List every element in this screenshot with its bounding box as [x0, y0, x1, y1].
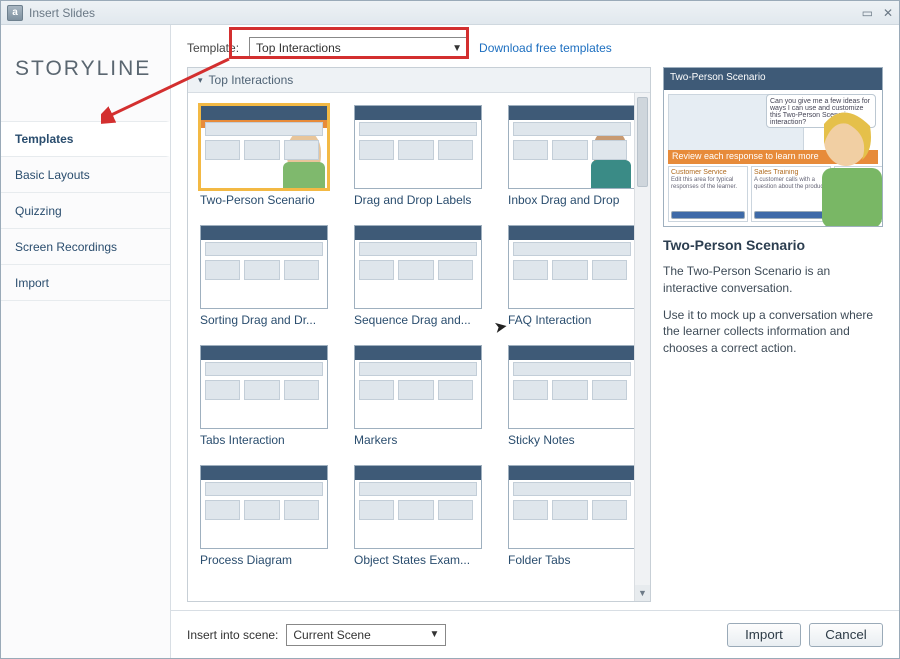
insert-scene-value: Current Scene	[293, 628, 370, 642]
preview-description-2: Use it to mock up a conversation where t…	[663, 307, 883, 357]
template-dropdown-value: Top Interactions	[256, 41, 341, 55]
template-label: Markers	[354, 433, 482, 447]
template-thumbnail[interactable]	[354, 105, 482, 189]
sidebar-item-label: Import	[15, 276, 49, 290]
template-item[interactable]: Drag and Drop Labels	[354, 105, 484, 207]
insert-slides-dialog: a Insert Slides ▭ ✕ STORYLINE Templates …	[0, 0, 900, 659]
brand-label: STORYLINE	[1, 25, 170, 121]
chevron-down-icon: ▼	[429, 629, 439, 640]
template-item[interactable]: Sticky Notes	[508, 345, 638, 447]
app-icon: a	[7, 5, 23, 21]
chevron-down-icon: ▼	[452, 43, 462, 54]
collapse-icon: ▾	[198, 75, 203, 86]
preview-description-1: The Two-Person Scenario is an interactiv…	[663, 263, 883, 297]
preview-choice-1-button	[671, 211, 745, 219]
template-label: Object States Exam...	[354, 553, 482, 567]
vertical-scrollbar[interactable]: ▼	[634, 93, 650, 601]
template-thumbnail[interactable]	[200, 225, 328, 309]
group-header-label: Top Interactions	[209, 73, 294, 87]
template-item[interactable]: Process Diagram	[200, 465, 330, 567]
sidebar-item-label: Templates	[15, 132, 73, 146]
template-item[interactable]: Sorting Drag and Dr...	[200, 225, 330, 327]
template-dropdown[interactable]: Top Interactions ▼	[249, 37, 469, 59]
template-label: Folder Tabs	[508, 553, 636, 567]
preview-choice-1: Customer Service Edit this area for typi…	[668, 166, 748, 222]
template-thumbnail[interactable]	[508, 465, 636, 549]
preview-thumbnail: Two-Person Scenario Can you give me a fe…	[663, 67, 883, 227]
insert-scene-dropdown[interactable]: Current Scene ▼	[286, 624, 446, 646]
preview-header-bar: Two-Person Scenario	[664, 68, 882, 90]
template-thumbnail[interactable]	[200, 465, 328, 549]
template-thumbnail[interactable]	[200, 105, 328, 189]
template-gallery: ▾ Top Interactions Two-Person Scenario Dr…	[187, 67, 651, 602]
template-label: FAQ Interaction	[508, 313, 636, 327]
template-thumbnail[interactable]	[200, 345, 328, 429]
titlebar: a Insert Slides ▭ ✕	[1, 1, 899, 25]
sidebar-item-label: Quizzing	[15, 204, 62, 218]
template-thumbnail[interactable]	[508, 345, 636, 429]
sidebar: STORYLINE Templates Basic Layouts Quizzi…	[1, 25, 171, 658]
close-icon[interactable]: ✕	[883, 6, 893, 20]
sidebar-item-label: Basic Layouts	[15, 168, 90, 182]
main-panel: Template: Top Interactions ▼ Download fr…	[171, 25, 899, 658]
template-item[interactable]: Tabs Interaction	[200, 345, 330, 447]
preview-choice-1-title: Customer Service	[671, 169, 745, 176]
template-thumbnail[interactable]	[508, 105, 636, 189]
template-item[interactable]: Folder Tabs	[508, 465, 638, 567]
template-thumbnail[interactable]	[508, 225, 636, 309]
template-item[interactable]: Two-Person Scenario	[200, 105, 330, 207]
scrollbar-thumb[interactable]	[637, 97, 648, 187]
preview-choice-1-text: Edit this area for typical responses of …	[671, 177, 745, 190]
import-button[interactable]: Import	[727, 623, 801, 647]
window-title: Insert Slides	[29, 6, 862, 20]
template-label: Process Diagram	[200, 553, 328, 567]
scroll-down-icon[interactable]: ▼	[635, 585, 650, 601]
preview-title: Two-Person Scenario	[663, 237, 883, 253]
toolbar: Template: Top Interactions ▼ Download fr…	[187, 37, 883, 59]
sidebar-item-screen-recordings[interactable]: Screen Recordings	[1, 229, 170, 265]
template-item[interactable]: Object States Exam...	[354, 465, 484, 567]
cancel-button[interactable]: Cancel	[809, 623, 883, 647]
template-label: Inbox Drag and Drop	[508, 193, 636, 207]
template-item[interactable]: Sequence Drag and...	[354, 225, 484, 327]
template-label: Tabs Interaction	[200, 433, 328, 447]
sidebar-item-quizzing[interactable]: Quizzing	[1, 193, 170, 229]
template-item[interactable]: Inbox Drag and Drop	[508, 105, 638, 207]
template-label: Sorting Drag and Dr...	[200, 313, 328, 327]
download-templates-link[interactable]: Download free templates	[479, 41, 612, 55]
template-label: Drag and Drop Labels	[354, 193, 482, 207]
sidebar-item-label: Screen Recordings	[15, 240, 117, 254]
template-thumbnail[interactable]	[354, 345, 482, 429]
sidebar-item-basic-layouts[interactable]: Basic Layouts	[1, 157, 170, 193]
template-thumbnail[interactable]	[354, 465, 482, 549]
restore-icon[interactable]: ▭	[862, 6, 873, 20]
template-item[interactable]: Markers	[354, 345, 484, 447]
insert-scene-label: Insert into scene:	[187, 628, 278, 642]
template-item[interactable]: FAQ Interaction	[508, 225, 638, 327]
template-label: Template:	[187, 41, 239, 55]
preview-character-icon	[804, 106, 882, 226]
sidebar-item-templates[interactable]: Templates	[1, 121, 170, 157]
template-label: Two-Person Scenario	[200, 193, 328, 207]
template-label: Sequence Drag and...	[354, 313, 482, 327]
preview-choice-columns: Customer Service Edit this area for typi…	[668, 166, 802, 222]
sidebar-item-import[interactable]: Import	[1, 265, 170, 301]
template-group-header[interactable]: ▾ Top Interactions	[188, 68, 650, 93]
dialog-footer: Insert into scene: Current Scene ▼ Impor…	[171, 610, 899, 658]
template-scroll-area: Two-Person Scenario Drag and Drop Labels I…	[188, 93, 650, 601]
template-label: Sticky Notes	[508, 433, 636, 447]
template-thumbnail[interactable]	[354, 225, 482, 309]
preview-panel: Two-Person Scenario Can you give me a fe…	[663, 67, 883, 602]
